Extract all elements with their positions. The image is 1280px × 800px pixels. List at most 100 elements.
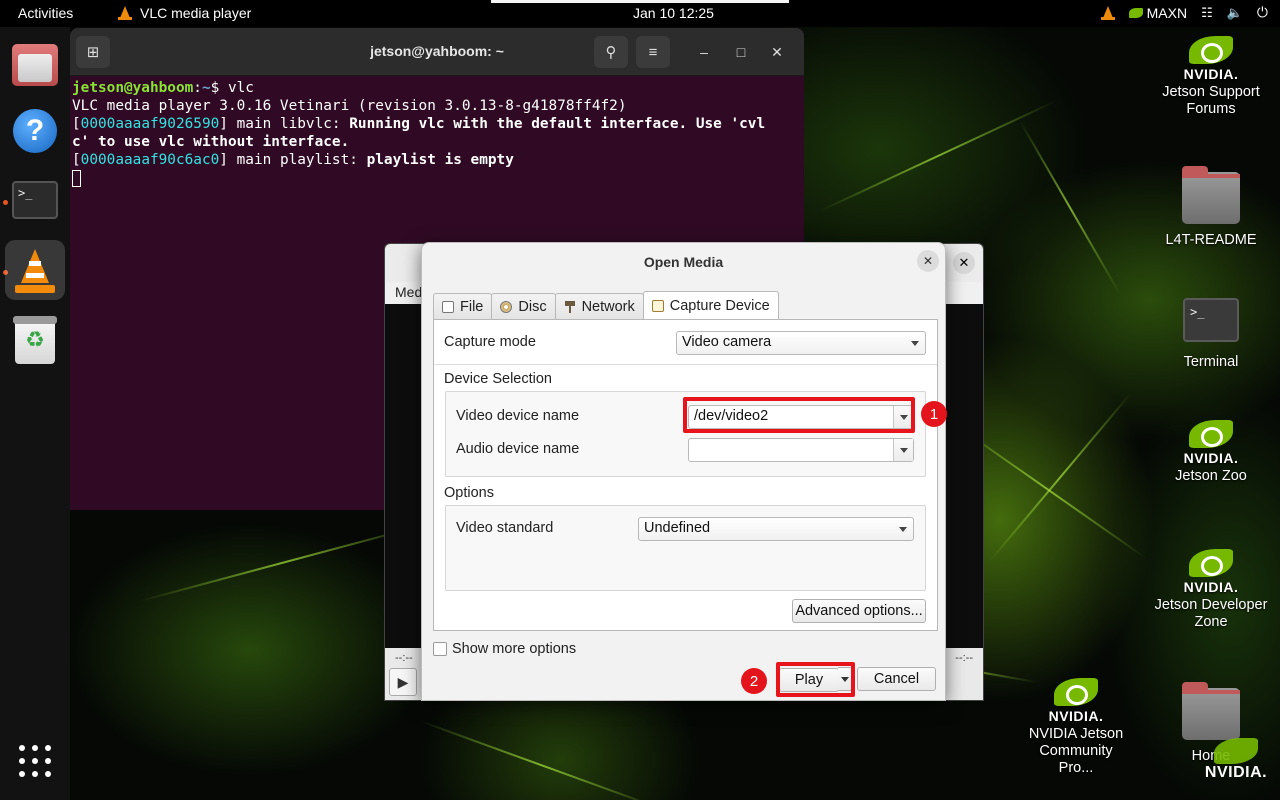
dock-help[interactable]: ? bbox=[5, 101, 65, 161]
terminal-bracket: [ bbox=[72, 152, 81, 168]
nvidia-logo-icon: NVIDIA. bbox=[1046, 678, 1106, 724]
vlc-icon bbox=[118, 6, 132, 20]
nvidia-watermark: NVIDIA. bbox=[1196, 738, 1276, 782]
highlight-play-button bbox=[776, 662, 855, 697]
tab-network[interactable]: Network bbox=[554, 293, 644, 319]
capture-mode-value: Video camera bbox=[682, 334, 772, 350]
dialog-close-button[interactable]: ✕ bbox=[917, 250, 939, 272]
time-total: --:-- bbox=[955, 652, 973, 664]
power-mode-label: MAXN bbox=[1146, 4, 1188, 21]
video-standard-value: Undefined bbox=[644, 520, 711, 536]
minimize-button[interactable]: – bbox=[694, 42, 714, 62]
desktop-icon-jetson-developer-zone[interactable]: NVIDIA. Jetson Developer Zone bbox=[1146, 549, 1276, 631]
desktop-icon-jetson-support-forums[interactable]: NVIDIA. Jetson Support Forums bbox=[1146, 36, 1276, 118]
desktop-icon-label: Jetson Zoo bbox=[1175, 468, 1247, 484]
disc-icon bbox=[500, 300, 513, 313]
vlc-close-button[interactable]: ✕ bbox=[953, 252, 975, 274]
app-menu[interactable]: VLC media player bbox=[118, 5, 251, 21]
vlc-play-button[interactable]: ▶ bbox=[389, 668, 417, 696]
volume-icon[interactable]: 🔈 bbox=[1227, 5, 1243, 21]
audio-device-input[interactable] bbox=[688, 438, 914, 462]
brand-text: NVIDIA. bbox=[1048, 708, 1104, 724]
menu-media[interactable]: Med bbox=[395, 284, 422, 300]
nvidia-logo-icon: NVIDIA. bbox=[1181, 420, 1241, 466]
show-applications-button[interactable] bbox=[19, 745, 51, 777]
hamburger-icon: ≡ bbox=[648, 43, 658, 61]
chevron-down-icon[interactable] bbox=[893, 439, 913, 461]
watermark-text: NVIDIA. bbox=[1204, 764, 1268, 781]
menu-button[interactable]: ≡ bbox=[636, 36, 670, 68]
terminal-bracket: [ bbox=[72, 116, 81, 132]
prompt-command: $ vlc bbox=[210, 80, 254, 96]
help-icon: ? bbox=[13, 109, 57, 153]
system-tray[interactable]: MAXN ☷ 🔈 ⏻ bbox=[1100, 4, 1268, 21]
files-icon bbox=[12, 44, 58, 86]
dock-trash[interactable]: ♻ bbox=[5, 310, 65, 370]
tab-capture-device[interactable]: Capture Device bbox=[642, 291, 779, 319]
capture-mode-label: Capture mode bbox=[444, 334, 536, 350]
clock[interactable]: Jan 10 12:25 bbox=[633, 5, 714, 21]
tab-bar: File Disc Network Capture Device bbox=[433, 291, 779, 319]
network-icon[interactable]: ☷ bbox=[1201, 5, 1213, 21]
tab-label: Disc bbox=[518, 298, 547, 315]
device-selection-label: Device Selection bbox=[444, 371, 552, 387]
capture-device-icon bbox=[651, 299, 664, 312]
search-button[interactable]: ⚲ bbox=[594, 36, 628, 68]
folder-icon bbox=[1182, 166, 1240, 224]
brand-text: NVIDIA. bbox=[1183, 66, 1239, 82]
desktop-icon-nvidia-jetson-community[interactable]: NVIDIA. NVIDIA Jetson Community Pro... bbox=[1011, 678, 1141, 777]
nvidia-logo-icon: NVIDIA. bbox=[1181, 36, 1241, 82]
search-icon: ⚲ bbox=[605, 44, 617, 61]
terminal-output[interactable]: jetson@yahboom:~$ vlc VLC media player 3… bbox=[70, 76, 804, 190]
dock-vlc[interactable] bbox=[5, 240, 65, 300]
tab-label: Capture Device bbox=[669, 297, 770, 314]
dock-terminal[interactable]: >_ bbox=[5, 170, 65, 230]
step-badge: 1 bbox=[921, 401, 947, 427]
activities-button[interactable]: Activities bbox=[18, 5, 73, 21]
terminal-icon: >_ bbox=[1183, 298, 1239, 342]
app-menu-label: VLC media player bbox=[140, 5, 252, 21]
video-standard-select[interactable]: Undefined bbox=[638, 517, 914, 541]
power-mode-indicator[interactable]: MAXN bbox=[1128, 4, 1188, 21]
terminal-text: ] main libvlc: bbox=[219, 116, 350, 132]
dock: ? >_ ♻ bbox=[0, 27, 70, 800]
terminal-hex: 0000aaaaf90c6ac0 bbox=[80, 152, 220, 168]
terminal-text: c' to use vlc without interface. bbox=[72, 134, 350, 150]
video-standard-label: Video standard bbox=[456, 520, 554, 536]
capture-mode-select[interactable]: Video camera bbox=[676, 331, 926, 355]
desktop-icon-terminal[interactable]: >_ Terminal bbox=[1146, 298, 1276, 371]
terminal-line: VLC media player 3.0.16 Vetinari (revisi… bbox=[72, 98, 627, 114]
prompt-separator: : bbox=[193, 80, 202, 96]
desktop-icon-jetson-zoo[interactable]: NVIDIA. Jetson Zoo bbox=[1146, 420, 1276, 485]
trash-icon: ♻ bbox=[13, 316, 57, 364]
desktop-icon-label: L4T-README bbox=[1165, 232, 1257, 248]
terminal-cursor bbox=[72, 169, 81, 187]
power-icon[interactable]: ⏻ bbox=[1257, 4, 1268, 21]
show-more-options-label[interactable]: Show more options bbox=[452, 641, 576, 657]
desktop-icon-label: Terminal bbox=[1183, 354, 1239, 370]
top-bar: Activities VLC media player Jan 10 12:25… bbox=[0, 0, 1280, 27]
tab-label: File bbox=[460, 298, 484, 315]
tab-file[interactable]: File bbox=[433, 293, 493, 319]
terminal-text: ] main playlist: bbox=[219, 152, 367, 168]
close-button[interactable]: ✕ bbox=[767, 42, 787, 62]
audio-device-label: Audio device name bbox=[456, 441, 580, 457]
cancel-button[interactable]: Cancel bbox=[857, 667, 936, 691]
brand-text: NVIDIA. bbox=[1183, 579, 1239, 595]
terminal-hex: 0000aaaaf9026590 bbox=[80, 116, 220, 132]
chevron-down-icon bbox=[911, 341, 919, 346]
show-more-options-checkbox[interactable] bbox=[433, 642, 447, 656]
tab-disc[interactable]: Disc bbox=[491, 293, 556, 319]
highlight-video-device bbox=[683, 397, 915, 433]
video-device-label: Video device name bbox=[456, 408, 580, 424]
desktop-icon-l4t-readme[interactable]: L4T-README bbox=[1146, 166, 1276, 249]
time-elapsed: --:-- bbox=[395, 652, 413, 664]
advanced-options-button[interactable]: Advanced options... bbox=[792, 599, 926, 623]
dock-files[interactable] bbox=[5, 35, 65, 95]
terminal-header[interactable]: ⊞ jetson@yahboom: ~ ⚲ ≡ – □ ✕ bbox=[70, 28, 804, 76]
open-media-dialog[interactable]: Open Media ✕ File Disc Network Capture D… bbox=[421, 242, 946, 701]
network-icon bbox=[564, 300, 576, 313]
maximize-button[interactable]: □ bbox=[731, 42, 751, 62]
vlc-tray-icon[interactable] bbox=[1100, 5, 1115, 20]
desktop-icon-label: NVIDIA Jetson Community Pro... bbox=[1028, 726, 1124, 776]
